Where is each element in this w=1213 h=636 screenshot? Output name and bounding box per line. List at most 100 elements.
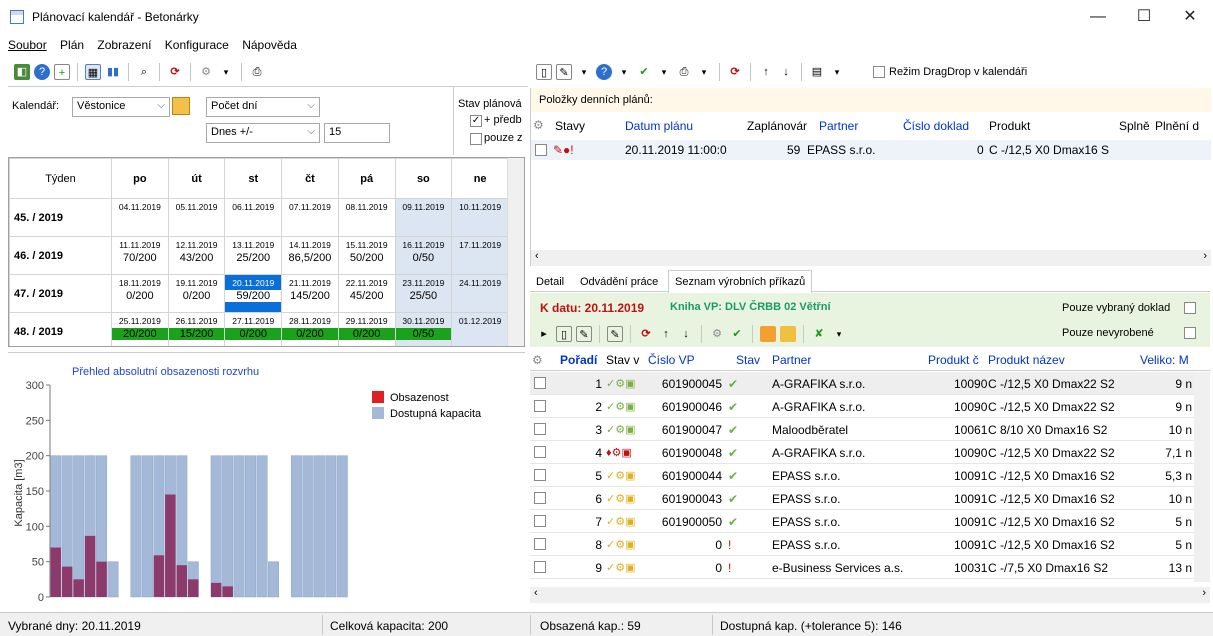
table-row[interactable]: 4 ♦⚙▣ 601900048 ✔ A-GRAFIKA s.r.o. 10090 C -/1… xyxy=(530,441,1194,464)
export-icon[interactable] xyxy=(760,326,776,342)
chevron-down-icon[interactable]: ▾ xyxy=(696,64,712,80)
table-row[interactable]: 9 ✓⚙▣ 0! e-Business Services a.s. 10031 C -/7… xyxy=(530,556,1194,579)
row-checkbox[interactable] xyxy=(534,446,546,458)
arrow-up-icon[interactable]: ↑ xyxy=(658,326,674,342)
mode-select[interactable]: Počet dní ⌵ xyxy=(206,97,320,117)
menu-napoveda[interactable]: Nápověda xyxy=(242,38,297,52)
calendar-select[interactable]: Věstonice ⌵ xyxy=(72,97,170,117)
calendar-day-cell[interactable]: 11.11.2019 70/200 xyxy=(111,236,169,275)
arrow-down-icon[interactable]: ↓ xyxy=(778,64,794,80)
col-partner[interactable]: Partner xyxy=(819,119,858,133)
open-icon[interactable]: ▸ xyxy=(536,326,552,342)
calendar-day-cell[interactable]: 24.11.2019 xyxy=(451,274,509,313)
calendar-day-cell[interactable]: 18.11.2019 0/200 xyxy=(111,274,169,313)
chevron-down-icon[interactable]: ▾ xyxy=(616,64,632,80)
table-row[interactable]: 8 ✓⚙▣ 0! EPASS s.r.o. 10091 C -/12,5 X0 Dmax1… xyxy=(530,533,1194,556)
calendar-day-cell[interactable]: 09.11.2019 xyxy=(394,198,453,237)
calendar-day-cell[interactable]: 20.11.2019 59/200 xyxy=(224,274,283,313)
hscroll-top[interactable]: ‹ › xyxy=(531,250,1211,266)
chevron-down-icon[interactable]: ▾ xyxy=(829,64,845,80)
calendar-day-cell[interactable]: 26.11.2019 15/200 xyxy=(167,312,226,346)
calendar-day-cell[interactable]: 23.11.2019 25/50 xyxy=(394,274,453,313)
col-poradi[interactable]: Pořadí xyxy=(560,353,597,367)
table-row[interactable]: 1 ✓⚙▣ 601900045 ✔ A-GRAFIKA s.r.o. 10090 C -/1… xyxy=(530,372,1194,395)
maximize-button[interactable]: ☐ xyxy=(1121,0,1167,34)
col-stav-v[interactable]: Stav v xyxy=(606,353,639,367)
week-label[interactable]: 48. / 2019 xyxy=(9,312,112,346)
only-unproduced-checkbox[interactable] xyxy=(1184,327,1196,339)
chevron-down-icon[interactable]: ▾ xyxy=(218,64,234,80)
row-checkbox[interactable] xyxy=(535,144,547,156)
help-icon[interactable]: ? xyxy=(34,64,50,80)
calendar-view-icon[interactable]: ▦ xyxy=(85,64,101,80)
orders-vscroll[interactable] xyxy=(1194,372,1210,582)
approve-icon[interactable]: ✔ xyxy=(636,64,652,80)
copy-doc-icon[interactable]: ✎ xyxy=(607,326,623,342)
week-label[interactable]: 47. / 2019 xyxy=(9,274,112,313)
calendar-day-cell[interactable]: 08.11.2019 xyxy=(337,198,396,237)
calendar-day-cell[interactable]: 29.11.2019 0/200 xyxy=(337,312,396,346)
only-selected-checkbox[interactable] xyxy=(1184,302,1196,314)
calendar-day-cell[interactable]: 14.11.2019 86,5/200 xyxy=(281,236,339,275)
calendar-day-cell[interactable]: 15.11.2019 50/200 xyxy=(337,236,396,275)
dragdrop-checkbox[interactable] xyxy=(873,66,885,78)
folder-icon[interactable] xyxy=(172,97,190,115)
col-zaplanovano[interactable]: Zaplánovár xyxy=(747,119,807,133)
calendar-day-cell[interactable]: 07.11.2019 xyxy=(281,198,339,237)
calendar-day-cell[interactable]: 19.11.2019 0/200 xyxy=(167,274,226,313)
table-row[interactable]: 6 ✓⚙▣ 601900043 ✔ EPASS s.r.o. 10091 C -/12,5 … xyxy=(530,487,1194,510)
arrow-up-icon[interactable]: ↑ xyxy=(758,64,774,80)
chevron-right-icon[interactable]: › xyxy=(1203,250,1207,262)
calendar-day-cell[interactable]: 30.11.2019 0/50 xyxy=(394,312,453,346)
row-checkbox[interactable] xyxy=(534,469,546,481)
calendar-day-cell[interactable]: 04.11.2019 xyxy=(111,198,169,237)
row-checkbox[interactable] xyxy=(534,515,546,527)
table-row[interactable]: 7 ✓⚙▣ 601900050 ✔ EPASS s.r.o. 10091 C -/12,5 … xyxy=(530,510,1194,533)
menu-konfigurace[interactable]: Konfigurace xyxy=(165,38,229,52)
week-label[interactable]: 46. / 2019 xyxy=(9,236,112,275)
col-stavy[interactable]: Stavy xyxy=(555,119,585,133)
gear-icon[interactable]: ⚙ xyxy=(198,64,214,80)
calendar-day-cell[interactable]: 06.11.2019 xyxy=(224,198,283,237)
tab-odvadeni[interactable]: Odvádění práce xyxy=(580,276,658,288)
gear-icon[interactable]: ⚙ xyxy=(532,353,543,367)
opt2-checkbox[interactable] xyxy=(470,133,482,145)
new-doc-icon[interactable]: ▯ xyxy=(536,64,552,80)
col-partner[interactable]: Partner xyxy=(772,353,811,367)
col-cislo[interactable]: Číslo doklad xyxy=(903,119,969,133)
row-checkbox[interactable] xyxy=(534,561,546,573)
menu-soubor[interactable]: Soubor xyxy=(8,38,47,52)
gear-icon[interactable]: ⚙ xyxy=(709,326,725,342)
calendar-day-cell[interactable]: 21.11.2019 145/200 xyxy=(281,274,339,313)
col-splneno[interactable]: Splně xyxy=(1119,119,1150,133)
tab-seznam[interactable]: Seznam výrobních příkazů xyxy=(668,270,813,293)
edit-doc-icon[interactable]: ✎ xyxy=(556,64,572,80)
col-velikost[interactable]: Veliko: M xyxy=(1140,353,1189,367)
calendar-scrollbar[interactable] xyxy=(507,158,524,346)
print-icon[interactable]: ⎙ xyxy=(249,64,265,80)
calendar-day-cell[interactable]: 13.11.2019 25/200 xyxy=(224,236,283,275)
edit-doc-icon[interactable]: ✎ xyxy=(576,326,592,342)
col-cislo-vp[interactable]: Číslo VP xyxy=(648,353,695,367)
chevron-right-icon[interactable]: › xyxy=(1202,587,1206,599)
import-icon[interactable] xyxy=(780,326,796,342)
layout-icon[interactable]: ▤ xyxy=(809,64,825,80)
gear-icon[interactable]: ⚙ xyxy=(533,118,544,132)
calendar-day-cell[interactable]: 10.11.2019 xyxy=(451,198,509,237)
help-icon[interactable]: ? xyxy=(596,64,612,80)
calendar-day-cell[interactable]: 12.11.2019 43/200 xyxy=(167,236,226,275)
approve-icon[interactable]: ✘ xyxy=(811,326,827,342)
calendar-day-cell[interactable]: 05.11.2019 xyxy=(167,198,226,237)
orders-hscroll[interactable]: ‹ › xyxy=(530,587,1210,603)
col-datum[interactable]: Datum plánu xyxy=(625,119,693,133)
chevron-down-icon[interactable]: ▾ xyxy=(656,64,672,80)
close-button[interactable]: ✕ xyxy=(1167,0,1213,34)
calendar-day-cell[interactable]: 17.11.2019 xyxy=(451,236,509,275)
col-produkt-nazev[interactable]: Produkt název xyxy=(988,353,1065,367)
chart-view-icon[interactable]: ▮▮ xyxy=(105,64,121,80)
calendar-day-cell[interactable]: 16.11.2019 0/50 xyxy=(394,236,453,275)
calendar-day-cell[interactable]: 25.11.2019 20/200 xyxy=(111,312,169,346)
col-produkt[interactable]: Produkt xyxy=(989,119,1030,133)
days-input[interactable]: 15 xyxy=(324,123,390,143)
week-label[interactable]: 45. / 2019 xyxy=(9,198,112,237)
